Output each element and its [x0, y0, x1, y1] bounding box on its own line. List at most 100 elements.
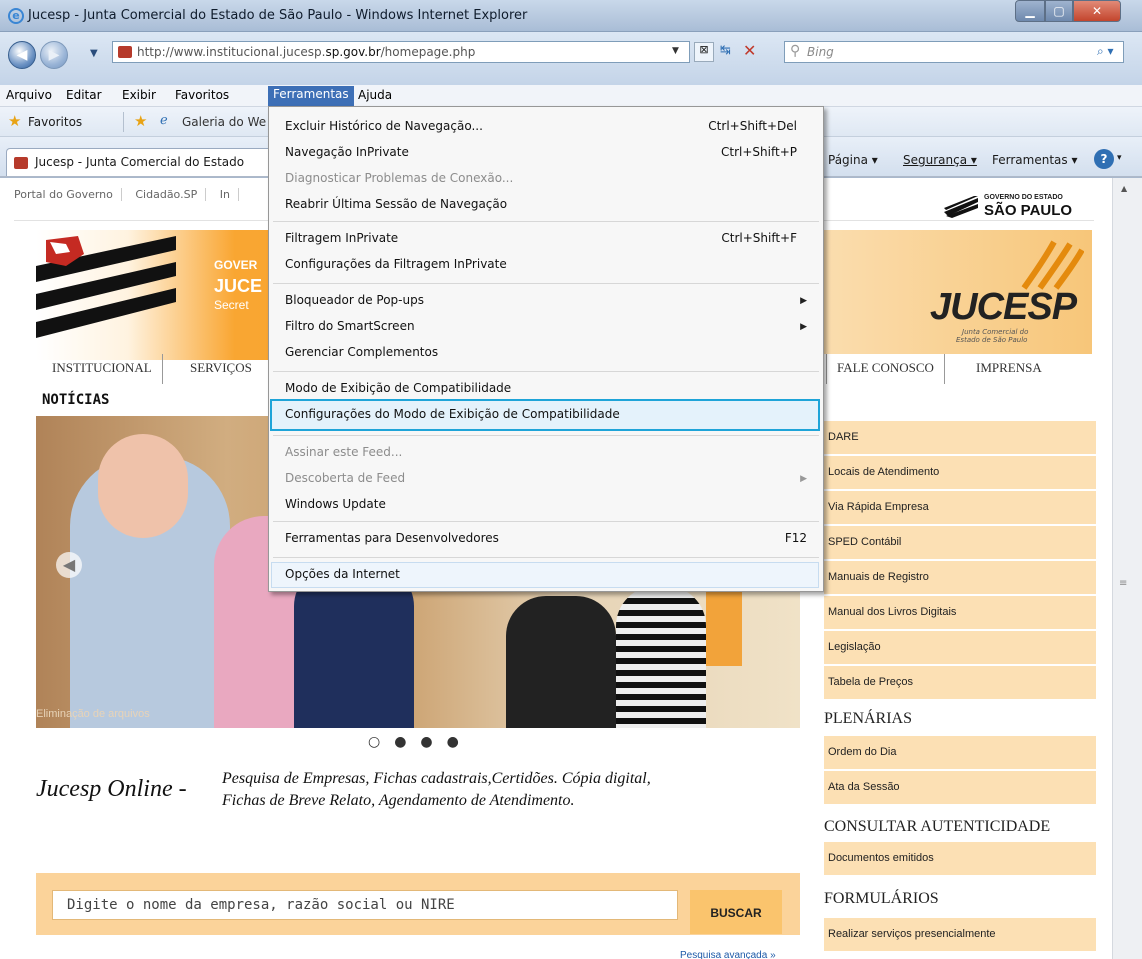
scroll-grip-icon[interactable]: ≡ — [1119, 578, 1127, 589]
menu-ferramentas[interactable]: Ferramentas — [268, 86, 354, 106]
sidebar-link-livros-digitais[interactable]: Manual dos Livros Digitais — [824, 596, 1096, 630]
address-bar-area: ◀ ▶ ▼ http://www.institucional.jucesp.sp… — [0, 32, 1142, 85]
submenu-arrow-icon: ▶ — [800, 474, 807, 484]
search-icon[interactable]: ⌕ ▾ — [1097, 44, 1114, 59]
tools-menu-button[interactable]: Ferramentas ▾ — [992, 153, 1077, 167]
menu-separator — [273, 283, 819, 284]
sidebar-link-locais[interactable]: Locais de Atendimento — [824, 456, 1096, 490]
top-nav: Portal do Governo Cidadão.SP In — [14, 188, 249, 201]
person-shape — [506, 596, 616, 728]
stop-icon[interactable]: ✕ — [743, 41, 756, 60]
refresh-icon[interactable]: ↹ — [720, 43, 731, 58]
gov-logo-line2: SÃO PAULO — [984, 202, 1073, 219]
favorites-button[interactable]: Favoritos — [28, 115, 82, 129]
jucesp-online-desc-2: Fichas de Breve Relato, Agendamento de A… — [222, 792, 575, 809]
top-nav-portal[interactable]: Portal do Governo — [14, 188, 122, 201]
dropdown-item-diagnosticar: Diagnosticar Problemas de Conexão... — [285, 171, 514, 185]
jucesp-sub-1: Junta Comercial do — [962, 328, 1029, 336]
sidebar-link-documentos[interactable]: Documentos emitidos — [824, 842, 1096, 876]
dropdown-item-config-compatibilidade[interactable]: Configurações do Modo de Exibição de Com… — [285, 407, 620, 421]
menu-separator — [273, 557, 819, 558]
shortcut-navegacao-inprivate: Ctrl+Shift+P — [721, 145, 797, 159]
url-suffix: /homepage.php — [380, 45, 476, 59]
dropdown-item-assinar-feed: Assinar este Feed... — [285, 445, 403, 459]
sidebar-link-tabela[interactable]: Tabela de Preços — [824, 666, 1096, 700]
dropdown-item-filtragem-inprivate[interactable]: Filtragem InPrivate — [285, 231, 398, 245]
menu-arquivo[interactable]: Arquivo — [6, 88, 52, 102]
menu-bar: Arquivo Editar Exibir Favoritos Ferramen… — [0, 85, 1142, 107]
url-field[interactable]: http://www.institucional.jucesp.sp.gov.b… — [112, 41, 690, 63]
dropdown-item-ferramentas-desenvolvedores[interactable]: Ferramentas para Desenvolvedores — [285, 531, 499, 545]
jucesp-logo[interactable]: JUCESP — [930, 288, 1077, 326]
add-favorite-icon[interactable]: ★ — [134, 112, 147, 130]
search-field[interactable]: ⚲ Bing ⌕ ▾ — [784, 41, 1124, 63]
recent-pages-chevron-icon[interactable]: ▼ — [90, 48, 98, 59]
browser-tab[interactable]: Jucesp - Junta Comercial do Estado — [6, 148, 274, 176]
dropdown-item-navegacao-inprivate[interactable]: Navegação InPrivate — [285, 145, 409, 159]
sidebar-link-ata[interactable]: Ata da Sessão — [824, 771, 1096, 805]
dropdown-item-reabrir-sessao[interactable]: Reabrir Última Sessão de Navegação — [285, 197, 507, 211]
page-menu-button[interactable]: Página ▾ — [828, 153, 878, 167]
shortcut-excluir-historico: Ctrl+Shift+Del — [708, 119, 797, 133]
menu-favoritos[interactable]: Favoritos — [175, 88, 229, 102]
dropdown-item-smartscreen[interactable]: Filtro do SmartScreen — [285, 319, 415, 333]
ie-logo-icon: e — [8, 8, 24, 24]
prev-arrow-icon[interactable]: ◀ — [56, 552, 82, 578]
back-arrow-icon[interactable]: ◀ — [8, 41, 36, 69]
dropdown-item-descoberta-feed: Descoberta de Feed — [285, 471, 406, 485]
dropdown-item-config-filtragem[interactable]: Configurações da Filtragem InPrivate — [285, 257, 507, 271]
banner-text-1: GOVER — [214, 258, 258, 272]
sidebar-link-sped[interactable]: SPED Contábil — [824, 526, 1096, 560]
menu-ajuda[interactable]: Ajuda — [358, 88, 392, 102]
person-head-shape — [98, 434, 188, 538]
nav-tab-servicos[interactable]: SERVIÇOS — [180, 354, 262, 384]
forward-arrow-icon[interactable]: ▶ — [40, 41, 68, 69]
vertical-scrollbar[interactable]: ▲ ≡ — [1112, 178, 1142, 959]
security-menu-button[interactable]: Segurança ▾ — [903, 153, 977, 167]
carousel-dots[interactable]: ○●●● — [368, 734, 473, 750]
tab-label: Jucesp - Junta Comercial do Estado — [35, 155, 245, 169]
dropdown-item-bloqueador-popups[interactable]: Bloqueador de Pop-ups — [285, 293, 424, 307]
search-placeholder: Bing — [807, 45, 834, 59]
top-nav-cidadao[interactable]: Cidadão.SP — [135, 188, 207, 201]
banner-text-3: Secret — [214, 298, 249, 312]
menu-editar[interactable]: Editar — [66, 88, 102, 102]
submenu-arrow-icon: ▶ — [800, 322, 807, 332]
autenticidade-heading: CONSULTAR AUTENTICIDADE — [824, 818, 1051, 835]
photo-caption: Eliminação de arquivos — [36, 708, 150, 720]
buscar-button[interactable]: BUSCAR — [690, 890, 782, 934]
nav-tab-institucional[interactable]: INSTITUCIONAL — [42, 354, 163, 384]
menu-exibir[interactable]: Exibir — [122, 88, 156, 102]
help-chevron-icon[interactable]: ▾ — [1117, 153, 1122, 163]
dropdown-item-modo-compatibilidade[interactable]: Modo de Exibição de Compatibilidade — [285, 381, 511, 395]
help-icon[interactable]: ? — [1094, 149, 1114, 169]
dropdown-item-gerenciar-complementos[interactable]: Gerenciar Complementos — [285, 345, 438, 359]
scroll-up-icon[interactable]: ▲ — [1121, 184, 1127, 193]
sidebar-link-dare[interactable]: DARE — [824, 421, 1096, 455]
sidebar-link-ordem-do-dia[interactable]: Ordem do Dia — [824, 736, 1096, 770]
shortcut-ferramentas-desenvolvedores: F12 — [784, 531, 807, 545]
sidebar-link-manuais[interactable]: Manuais de Registro — [824, 561, 1096, 595]
gov-sp-logo[interactable]: GOVERNO DO ESTADO SÃO PAULO — [944, 192, 1088, 220]
dropdown-item-windows-update[interactable]: Windows Update — [285, 497, 386, 511]
advanced-search-link[interactable]: Pesquisa avançada » — [680, 950, 776, 959]
sidebar-link-via-rapida[interactable]: Via Rápida Empresa — [824, 491, 1096, 525]
close-icon[interactable]: ✕ — [1073, 0, 1121, 22]
minimize-icon[interactable]: ▁ — [1015, 0, 1045, 22]
nav-tab-fale-conosco[interactable]: FALE CONOSCO — [826, 354, 945, 384]
top-nav-in[interactable]: In — [219, 188, 239, 201]
jucesp-online-desc-1: Pesquisa de Empresas, Fichas cadastrais,… — [222, 770, 651, 787]
maximize-icon[interactable]: ▢ — [1045, 0, 1073, 22]
url-dropdown-chevron-icon[interactable]: ▼ — [672, 46, 679, 56]
compatibility-view-icon[interactable]: ⊠ — [694, 42, 714, 62]
title-bar: e Jucesp - Junta Comercial do Estado de … — [0, 0, 1142, 32]
nav-tab-imprensa[interactable]: IMPRENSA — [966, 354, 1052, 384]
banner-text-2: JUCE — [214, 276, 263, 296]
dropdown-item-opcoes-internet[interactable]: Opções da Internet — [285, 567, 400, 581]
sidebar-link-legislacao[interactable]: Legislação — [824, 631, 1096, 665]
dropdown-item-excluir-historico[interactable]: Excluir Histórico de Navegação... — [285, 119, 483, 133]
jucesp-swoosh-icon — [1021, 240, 1084, 290]
sidebar-link-realizar[interactable]: Realizar serviços presencialmente — [824, 918, 1096, 952]
company-search-input[interactable]: Digite o nome da empresa, razão social o… — [52, 890, 678, 920]
web-slice-gallery-link[interactable]: Galeria do We — [182, 115, 266, 129]
